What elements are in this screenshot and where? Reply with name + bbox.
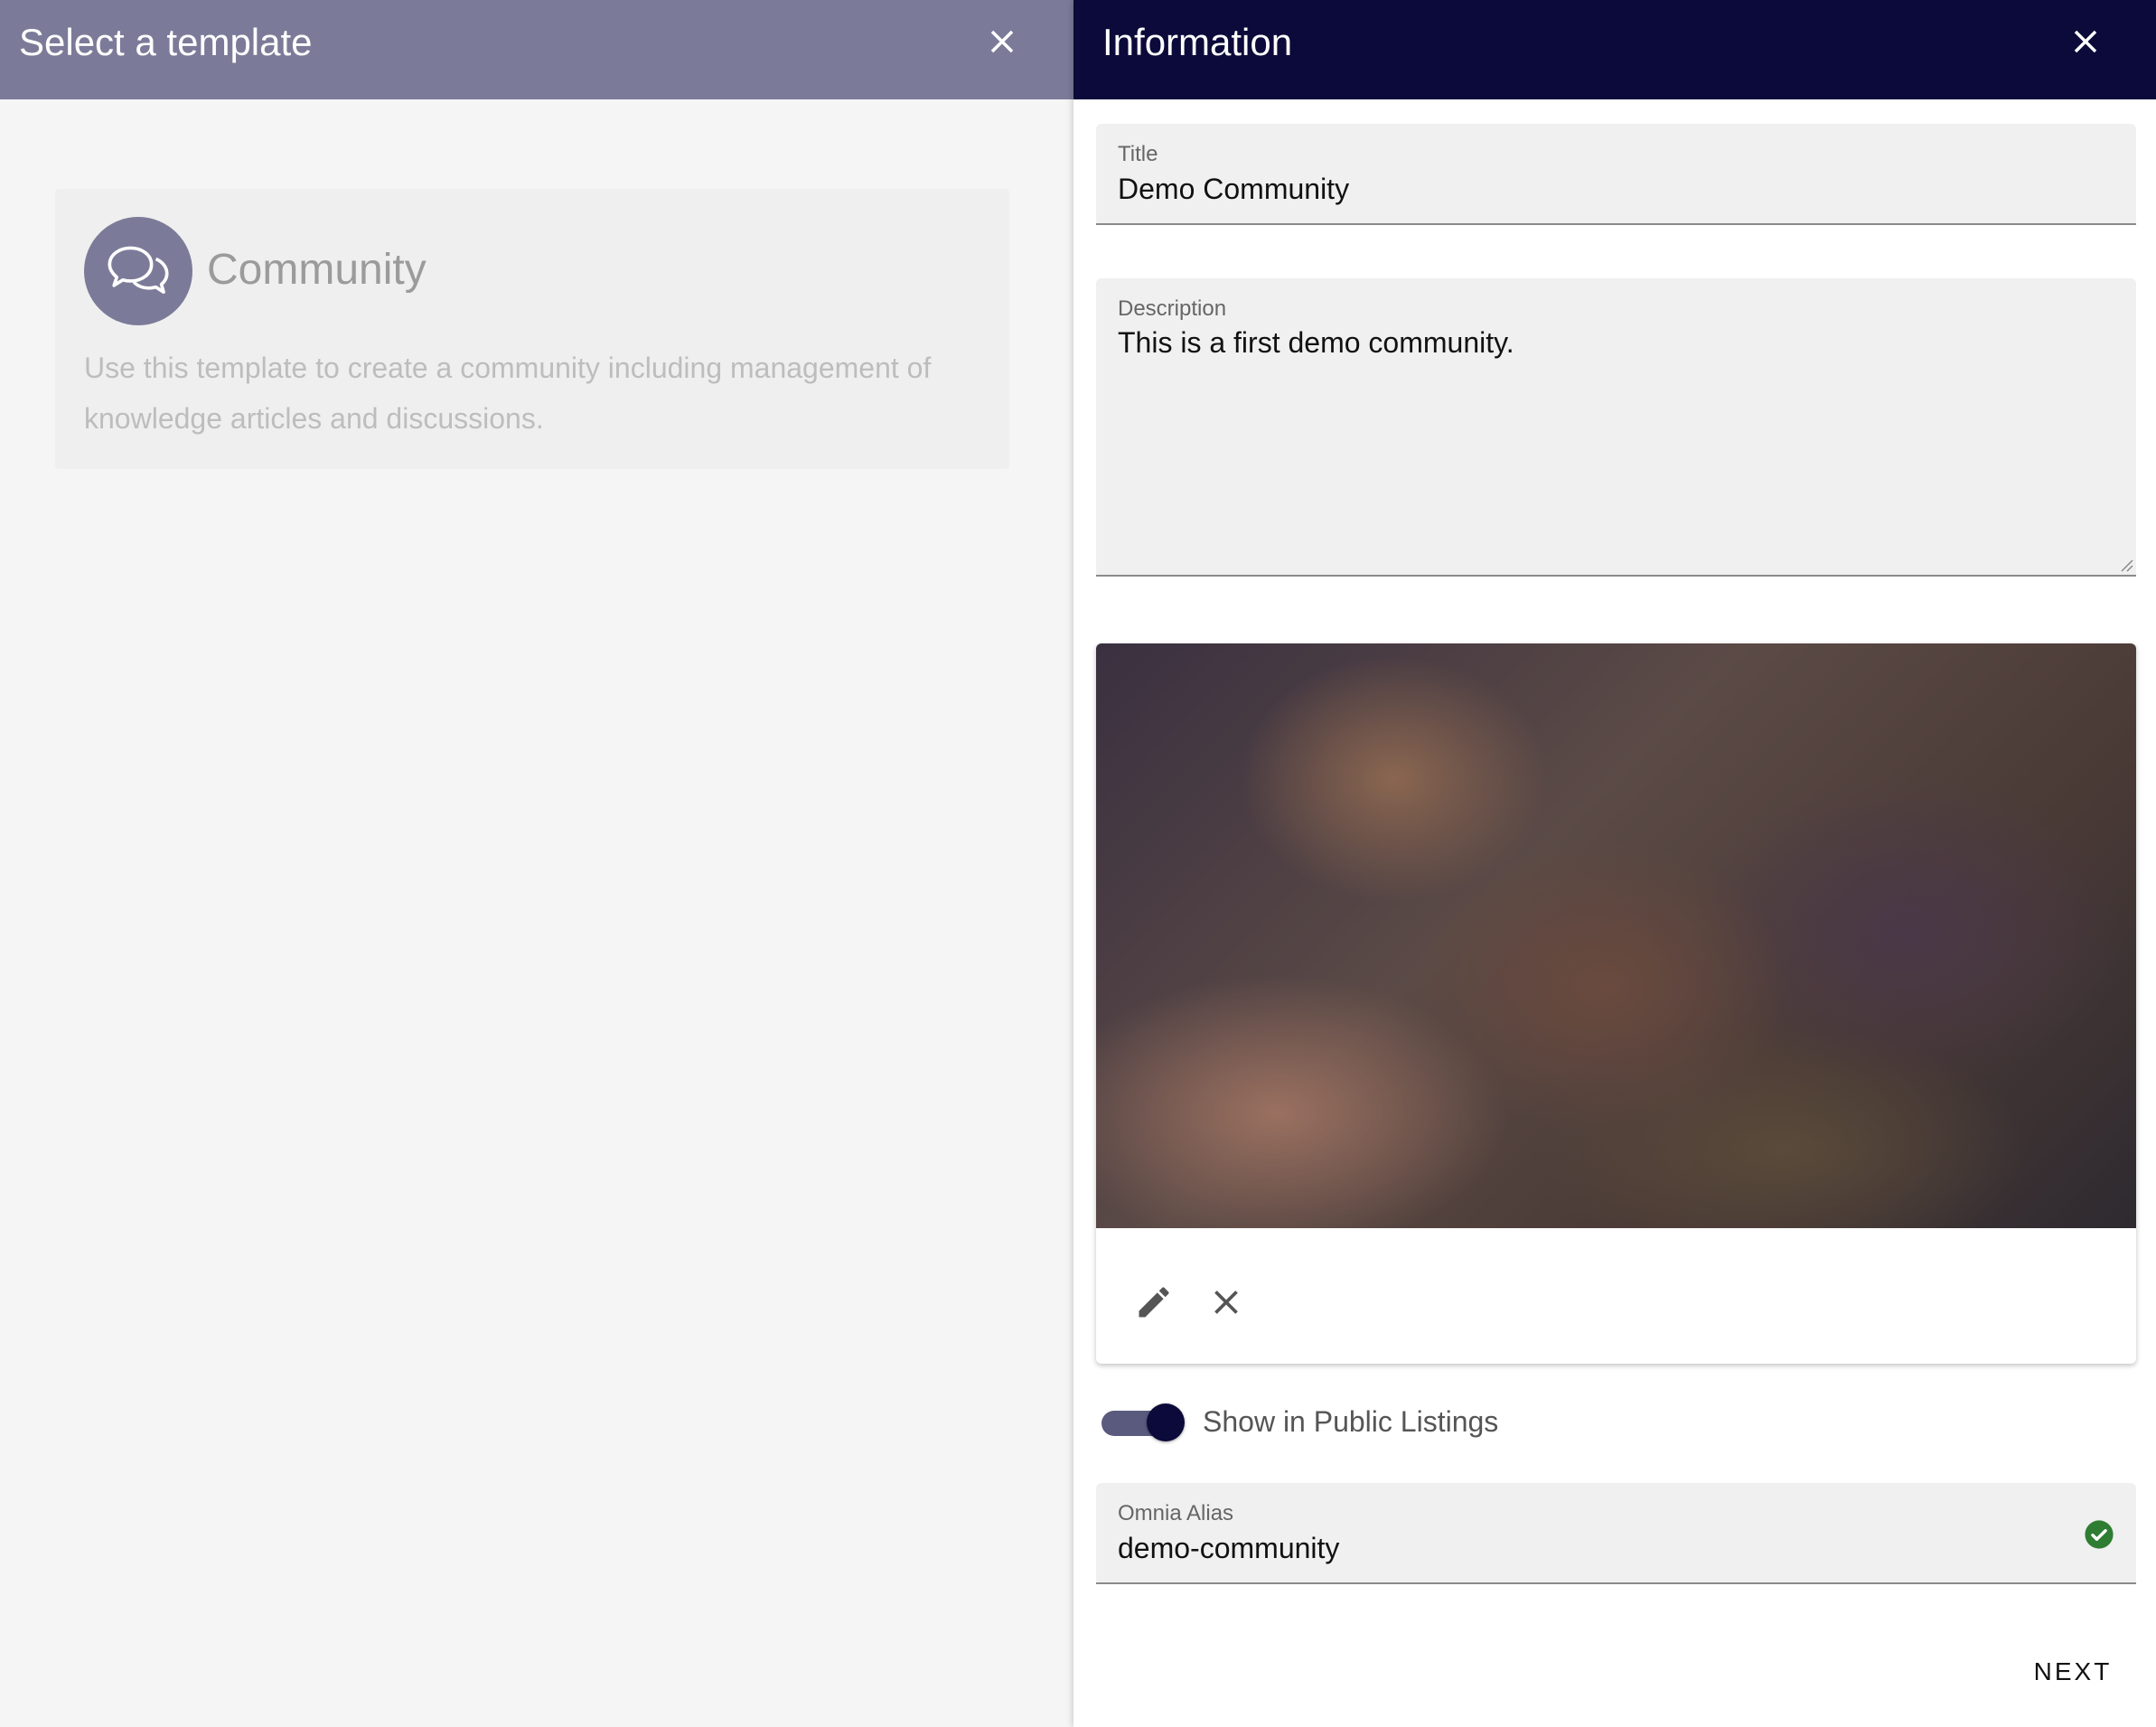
check-circle-icon — [2085, 1520, 2114, 1549]
alias-input[interactable] — [1118, 1532, 2067, 1565]
template-avatar — [84, 217, 192, 325]
edit-image-button[interactable] — [1134, 1282, 1174, 1322]
toggle-knob[interactable] — [1147, 1403, 1185, 1441]
title-field[interactable]: Title — [1096, 124, 2136, 225]
image-card — [1096, 643, 2136, 1364]
template-description: Use this template to create a community … — [84, 352, 932, 435]
next-button[interactable]: NEXT — [2013, 1647, 2133, 1697]
template-name: Community — [207, 246, 427, 294]
template-selector-panel: Select a template Community Use this tem… — [0, 0, 1073, 1727]
template-selector-header: Select a template — [0, 0, 1073, 99]
alias-field[interactable]: Omnia Alias — [1096, 1483, 2136, 1584]
remove-image-button[interactable] — [1206, 1282, 1246, 1322]
close-icon — [990, 30, 1014, 53]
description-textarea[interactable]: This is a first demo community. — [1118, 324, 2067, 540]
template-card-community[interactable]: Community Use this template to create a … — [55, 189, 1009, 469]
public-listing-label[interactable]: Show in Public Listings — [1203, 1405, 1498, 1439]
title-label: Title — [1118, 142, 1158, 166]
information-header: Information — [1073, 0, 2156, 99]
close-template-selector-button[interactable] — [983, 23, 1021, 61]
resize-handle-icon[interactable] — [2116, 555, 2134, 573]
close-icon — [1214, 1291, 1238, 1314]
community-image — [1096, 643, 2136, 1228]
title-input[interactable] — [1118, 173, 2067, 206]
description-label: Description — [1118, 296, 1227, 321]
template-selector-title: Select a template — [19, 21, 313, 63]
description-field[interactable]: Description This is a first demo communi… — [1096, 278, 2136, 577]
pencil-icon — [1139, 1287, 1169, 1318]
image-actions — [1096, 1228, 2136, 1364]
close-information-button[interactable] — [2067, 23, 2104, 61]
public-listing-toggle-row: Show in Public Listings — [1096, 1400, 1638, 1445]
information-panel: Information Title Description This is a … — [1073, 0, 2156, 1727]
information-title: Information — [1102, 21, 1293, 63]
close-icon — [2074, 30, 2097, 53]
chat-bubbles-icon — [108, 246, 169, 294]
alias-label: Omnia Alias — [1118, 1501, 1234, 1525]
